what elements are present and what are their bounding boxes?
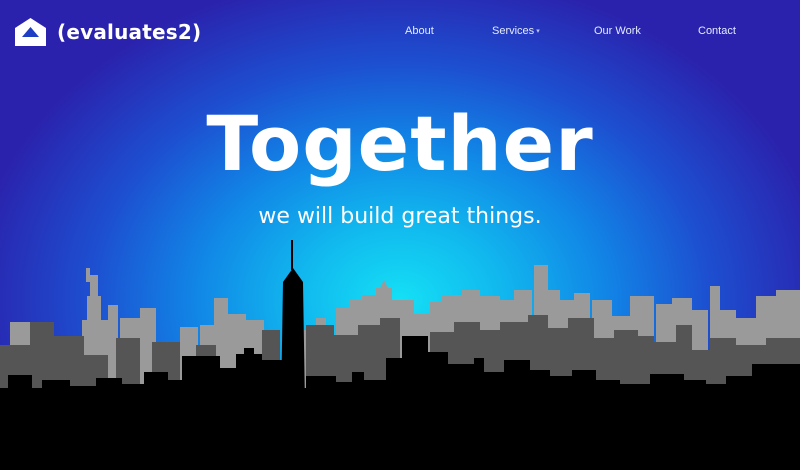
brand-name: (evaluates2) xyxy=(57,20,202,44)
nav-about-label: About xyxy=(405,25,434,37)
house-icon xyxy=(15,18,46,46)
chevron-down-icon: ▾ xyxy=(536,28,540,35)
nav-our-work[interactable]: Our Work xyxy=(594,25,641,37)
hero-subtitle: we will build great things. xyxy=(258,204,542,229)
nav-services[interactable]: Services ▾ xyxy=(492,25,540,37)
hero-title: Together xyxy=(206,99,594,188)
nav-contact-label: Contact xyxy=(698,25,736,37)
city-skyline-image xyxy=(0,240,800,470)
brand-logo-link[interactable]: (evaluates2) xyxy=(14,17,201,47)
nav-our-work-label: Our Work xyxy=(594,25,641,37)
nav-services-label: Services xyxy=(492,25,535,37)
hero-page: (evaluates2) About Services ▾ Our Work Co… xyxy=(0,0,800,470)
navbar: (evaluates2) About Services ▾ Our Work Co… xyxy=(0,0,800,64)
nav-contact[interactable]: Contact xyxy=(698,25,736,37)
nav-about[interactable]: About xyxy=(405,25,434,37)
